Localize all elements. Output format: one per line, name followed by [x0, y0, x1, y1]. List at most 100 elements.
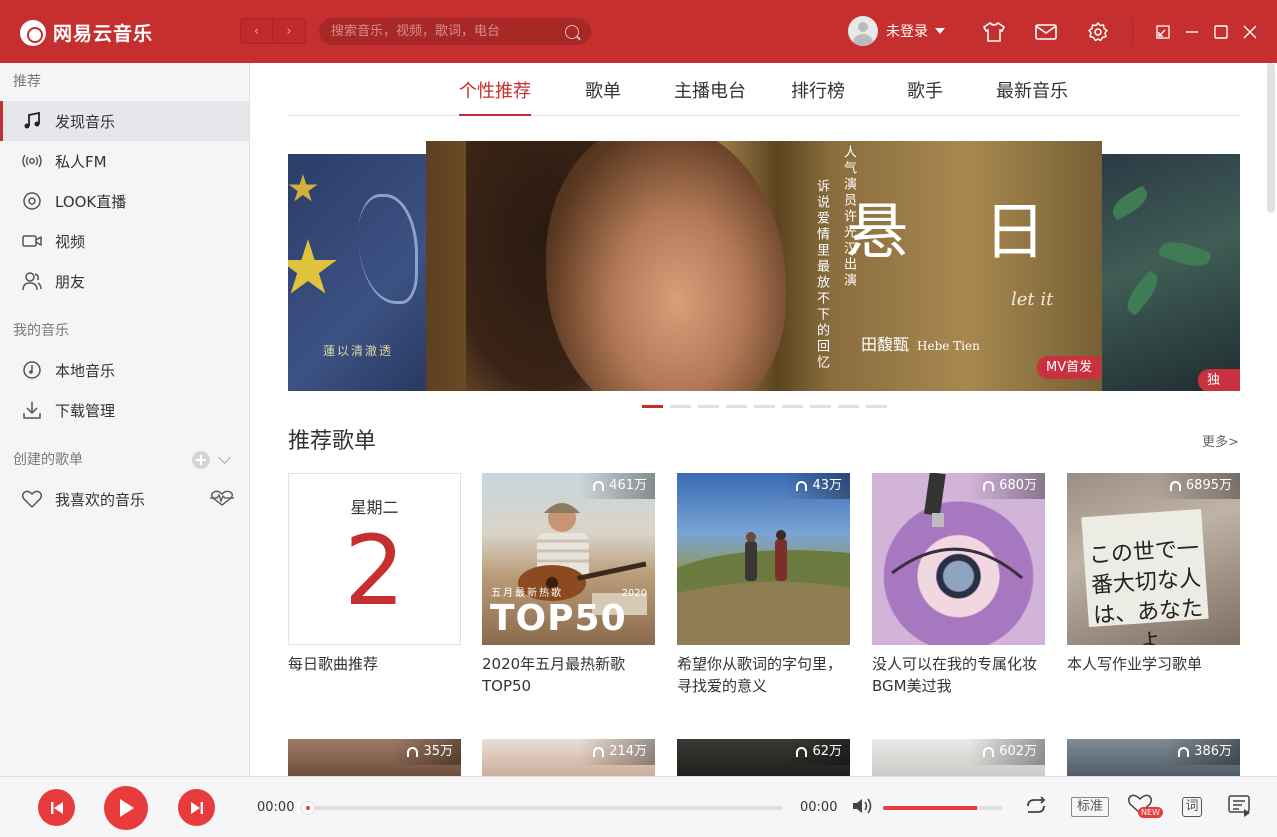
carousel-dot[interactable]: [642, 405, 663, 408]
playlist-card[interactable]: 602万: [872, 739, 1045, 776]
playlist-title[interactable]: 希望你从歌词的字句里，寻找爱的意义: [677, 653, 850, 697]
app-name: 网易云音乐: [53, 23, 154, 45]
add-playlist-icon[interactable]: [192, 451, 210, 469]
carousel-dot[interactable]: [698, 405, 719, 408]
next-track-button[interactable]: [178, 789, 215, 826]
playlist-cover[interactable]: 214万: [482, 739, 655, 776]
progress-knob[interactable]: [301, 801, 315, 815]
playlist-card[interactable]: 43万 希望你从歌词的字句里，寻找爱的意义: [677, 473, 850, 697]
minimize-icon[interactable]: [1177, 18, 1206, 46]
lyrics-button[interactable]: 词: [1182, 797, 1202, 817]
tab-artists[interactable]: 歌手: [907, 77, 943, 116]
user-menu[interactable]: 未登录: [848, 16, 945, 46]
close-icon[interactable]: [1235, 18, 1264, 46]
playlist-title[interactable]: 本人写作业学习歌单: [1067, 653, 1240, 675]
tab-personal-recommend[interactable]: 个性推荐: [459, 77, 531, 116]
sidebar-item-friends[interactable]: 朋友: [0, 261, 249, 301]
playlist-title[interactable]: 2020年五月最热新歌TOP50: [482, 653, 655, 697]
carousel-dot[interactable]: [866, 405, 887, 408]
banner-prev[interactable]: 蓮以清澈透: [288, 154, 438, 391]
banner-current[interactable]: 诉说爱情里最放不下的回忆 人气演员许光汉出演 悬 日 let it 田馥甄 Heb…: [426, 141, 1102, 391]
loop-mode-icon[interactable]: [1024, 796, 1048, 820]
playlist-cover[interactable]: 五月最新热歌 2020 TOP50 461万: [482, 473, 655, 645]
artist-cn: 田馥甄: [861, 335, 910, 354]
playlist-actions: [192, 451, 231, 469]
playlist-cover[interactable]: 602万: [872, 739, 1045, 776]
headphones-icon: [983, 747, 995, 757]
carousel-dot[interactable]: [810, 405, 831, 408]
sidebar-item-discover[interactable]: 发现音乐: [0, 101, 249, 141]
playlist-card[interactable]: 62万: [677, 739, 850, 776]
scrollbar-thumb[interactable]: [1267, 63, 1275, 213]
carousel-dot[interactable]: [782, 405, 803, 408]
playlist-card[interactable]: この世で一番大切な人は、あなたよ 6895万 本人写作业学习歌单: [1067, 473, 1240, 675]
playlist-card[interactable]: 386万: [1067, 739, 1240, 776]
more-link[interactable]: 更多>: [1202, 431, 1239, 450]
forward-button[interactable]: ›: [273, 18, 306, 44]
sidebar-item-downloads[interactable]: 下载管理: [0, 390, 249, 430]
sidebar-item-label: 我喜欢的音乐: [55, 490, 146, 509]
maximize-icon[interactable]: [1206, 18, 1235, 46]
playlist-queue-icon[interactable]: [1228, 795, 1252, 821]
playlist-title[interactable]: 每日歌曲推荐: [288, 653, 461, 675]
skin-shirt-icon[interactable]: [980, 18, 1008, 46]
sidebar-item-look-live[interactable]: LOOK直播: [0, 181, 249, 221]
playlist-cover[interactable]: 43万: [677, 473, 850, 645]
music-note-icon: [22, 111, 42, 131]
playlist-card-daily[interactable]: 星期二 2 每日歌曲推荐: [288, 473, 461, 675]
carousel-dot[interactable]: [726, 405, 747, 408]
prev-track-button[interactable]: [38, 789, 75, 826]
search-box[interactable]: [319, 18, 591, 45]
leaf-decoration: [1108, 185, 1152, 221]
carousel-dot[interactable]: [670, 405, 691, 408]
mini-mode-icon[interactable]: [1148, 18, 1177, 46]
sidebar-item-liked-music[interactable]: 我喜欢的音乐: [0, 479, 249, 519]
volume-slider[interactable]: [883, 806, 1003, 810]
volume-icon[interactable]: [852, 797, 874, 819]
tab-radio[interactable]: 主播电台: [674, 77, 746, 116]
skip-forward-icon: [190, 801, 203, 814]
playlist-card[interactable]: 35万: [288, 739, 461, 776]
playlist-card[interactable]: 680万 没人可以在我的专属化妆BGM美过我: [872, 473, 1045, 697]
quality-button[interactable]: 标准: [1071, 797, 1109, 817]
chevron-down-icon[interactable]: [218, 451, 231, 464]
play-count: 6895万: [1155, 473, 1240, 499]
banner-carousel[interactable]: 蓮以清澈透 独家 诉说爱情里最放不下的回忆 人气演员许光汉出演 悬 日 let …: [288, 141, 1240, 391]
live-icon: [22, 191, 42, 211]
playlist-cover[interactable]: 386万: [1067, 739, 1240, 776]
settings-gear-icon[interactable]: [1084, 18, 1112, 46]
carousel-dot[interactable]: [754, 405, 775, 408]
daily-recommend-cover[interactable]: 星期二 2: [288, 473, 461, 645]
heartbeat-mode-icon[interactable]: [209, 490, 235, 510]
app-logo[interactable]: 网易云音乐: [20, 19, 153, 46]
search-icon[interactable]: [565, 24, 579, 39]
section-title-recommended-playlists[interactable]: 推荐歌单: [288, 423, 376, 455]
login-status[interactable]: 未登录: [886, 21, 928, 41]
carousel-dot[interactable]: [838, 405, 859, 408]
tab-rankings[interactable]: 排行榜: [791, 77, 845, 116]
tab-new-music[interactable]: 最新音乐: [996, 77, 1068, 116]
sidebar-item-video[interactable]: 视频: [0, 221, 249, 261]
progress-bar[interactable]: [301, 801, 783, 815]
back-button[interactable]: ‹: [240, 18, 273, 44]
scrawl-decoration: [358, 194, 418, 304]
playlist-card[interactable]: 五月最新热歌 2020 TOP50 461万 2020年五月最热新歌TOP50: [482, 473, 655, 697]
playlist-cover[interactable]: この世で一番大切な人は、あなたよ 6895万: [1067, 473, 1240, 645]
sidebar-item-fm[interactable]: 私人FM: [0, 141, 249, 181]
playlist-cover[interactable]: 35万: [288, 739, 461, 776]
tab-playlists[interactable]: 歌单: [585, 77, 621, 116]
playlist-cover[interactable]: 680万: [872, 473, 1045, 645]
playlist-title[interactable]: 没人可以在我的专属化妆BGM美过我: [872, 653, 1045, 697]
sidebar-item-local-music[interactable]: 本地音乐: [0, 350, 249, 390]
mail-icon[interactable]: [1032, 18, 1060, 46]
exclusive-tag: 独家: [1198, 369, 1240, 391]
headphones-icon: [796, 481, 808, 491]
avatar[interactable]: [848, 16, 878, 46]
banner-next[interactable]: 独家: [1100, 154, 1240, 391]
playlist-cover[interactable]: 62万: [677, 739, 850, 776]
play-button[interactable]: [104, 786, 148, 830]
playlist-card[interactable]: 214万: [482, 739, 655, 776]
leaf-decoration: [1158, 236, 1212, 272]
search-input[interactable]: [331, 24, 561, 39]
caret-down-icon[interactable]: [935, 28, 945, 34]
